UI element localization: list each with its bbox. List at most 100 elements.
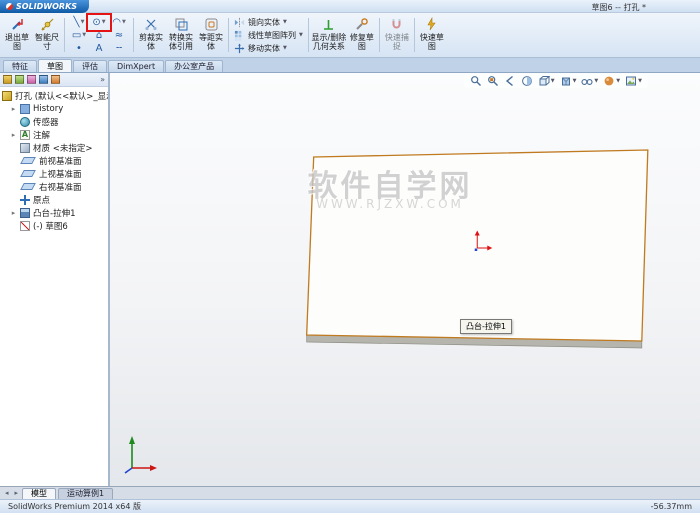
- tree-item-origin[interactable]: 原点: [10, 193, 108, 206]
- repair-sketch-button[interactable]: 修复草图: [347, 15, 377, 55]
- tree-item-label: 上视基准面: [39, 169, 82, 180]
- centerline-icon: ╌: [115, 42, 123, 54]
- plane-icon: [20, 157, 36, 164]
- zoom-fit-button[interactable]: [470, 75, 482, 87]
- solidworks-logo[interactable]: SOLIDWORKS: [0, 0, 90, 13]
- expand-arrow-icon[interactable]: ▸: [10, 105, 17, 113]
- display-style-button[interactable]: ▼: [560, 75, 577, 87]
- expand-arrow-icon[interactable]: ▸: [10, 131, 17, 139]
- title-bar: SOLIDWORKS 草图6 -- 打孔 *: [0, 0, 700, 13]
- sketch-pattern-group: 镜向实体 ▼ 线性草图阵列 ▼ 移动实体 ▼: [231, 14, 306, 56]
- display-delete-relations-button[interactable]: 显示/删除几何关系: [311, 15, 347, 55]
- graphics-area[interactable]: ▼ ▼ ▼ ▼ ▼ 软件自学网 WWW.RJZXW.COM 凸台-拉伸1: [110, 73, 700, 486]
- display-delete-relations-label: 显示/删除几何关系: [311, 33, 347, 51]
- dropdown-arrow-icon[interactable]: ▼: [102, 19, 106, 25]
- tree-item-label: 凸台-拉伸1: [33, 208, 76, 219]
- smart-dimension-button[interactable]: 智能尺寸: [32, 15, 62, 55]
- line-tool-button[interactable]: ╲ ▼: [69, 16, 89, 29]
- dropdown-arrow-icon[interactable]: ▼: [299, 32, 303, 38]
- dropdown-arrow-icon[interactable]: ▼: [283, 19, 287, 25]
- text-tool-button[interactable]: A: [89, 42, 109, 55]
- reference-triad-icon: [124, 436, 157, 474]
- tree-item-annotations[interactable]: ▸ 注解: [10, 128, 108, 141]
- arc-icon: ◠: [112, 16, 121, 28]
- tree-item-sketch6[interactable]: (-) 草图6: [10, 219, 108, 232]
- tree-item-history[interactable]: ▸ History: [10, 102, 108, 115]
- linear-sketch-pattern-button[interactable]: 线性草图阵列 ▼: [234, 29, 303, 41]
- window-title: 草图6 -- 打孔 *: [591, 3, 647, 12]
- view-orientation-button[interactable]: ▼: [538, 75, 555, 87]
- tab-evaluate[interactable]: 评估: [73, 60, 107, 72]
- tree-item-part-root[interactable]: 打孔 (默认<<默认>_显示状态: [2, 89, 108, 102]
- offset-entities-button[interactable]: 等距实体: [196, 15, 226, 55]
- tab-scroll-right-button[interactable]: ▸: [13, 489, 21, 497]
- tab-features[interactable]: 特征: [3, 60, 37, 72]
- tree-item-label: 传感器: [33, 117, 59, 128]
- dropdown-arrow-icon[interactable]: ▼: [81, 19, 85, 25]
- polygon-icon: ⌂: [95, 29, 103, 41]
- move-entities-label: 移动实体: [248, 43, 280, 53]
- exit-sketch-icon: [11, 19, 23, 30]
- tree-item-label: 前视基准面: [39, 156, 82, 167]
- exit-sketch-button[interactable]: 退出草图: [2, 15, 32, 55]
- sketch-icon: [20, 220, 30, 231]
- part-icon: [2, 90, 12, 101]
- tab-motion-study1[interactable]: 运动算例1: [58, 487, 114, 499]
- tree-item-label: 打孔 (默认<<默认>_显示状态: [15, 91, 108, 102]
- rapid-sketch-button[interactable]: 快速草图: [417, 15, 447, 55]
- previous-view-button[interactable]: [504, 75, 516, 87]
- move-entities-button[interactable]: 移动实体 ▼: [234, 42, 303, 54]
- tree-item-front-plane[interactable]: 前视基准面: [10, 154, 108, 167]
- configurationmanager-tab-icon[interactable]: [27, 75, 36, 84]
- smart-dimension-icon: [41, 18, 53, 31]
- propertymanager-tab-icon[interactable]: [15, 75, 24, 84]
- view-orientation-icon: [539, 76, 550, 86]
- mirror-entities-button[interactable]: 镜向实体 ▼: [234, 16, 303, 28]
- section-view-button[interactable]: [521, 75, 533, 87]
- tab-scroll-left-button[interactable]: ◂: [3, 489, 11, 497]
- spline-tool-button[interactable]: ≈: [109, 29, 129, 42]
- tree-item-boss-extrude1[interactable]: ▸ 凸台-拉伸1: [10, 206, 108, 219]
- dimxpertmanager-tab-icon[interactable]: [39, 75, 48, 84]
- tab-dimxpert[interactable]: DimXpert: [108, 60, 165, 72]
- offset-entities-icon: [205, 18, 217, 31]
- polygon-tool-button[interactable]: ⌂: [89, 29, 109, 42]
- dropdown-arrow-icon[interactable]: ▼: [551, 78, 555, 84]
- apply-scene-button[interactable]: ▼: [625, 75, 642, 87]
- expand-arrow-icon[interactable]: ▸: [10, 209, 17, 217]
- centerline-tool-button[interactable]: ╌: [109, 42, 129, 55]
- zoom-area-button[interactable]: [487, 75, 499, 87]
- tree-item-material[interactable]: 材质 <未指定>: [10, 141, 108, 154]
- tree-item-top-plane[interactable]: 上视基准面: [10, 167, 108, 180]
- featuremanager-tab-icon[interactable]: [3, 75, 12, 84]
- tree-item-sensors[interactable]: 传感器: [10, 115, 108, 128]
- dropdown-arrow-icon[interactable]: ▼: [594, 78, 598, 84]
- dropdown-arrow-icon[interactable]: ▼: [82, 32, 86, 38]
- circle-tool-button[interactable]: ⊙ ▼: [86, 12, 112, 32]
- edit-appearance-button[interactable]: ▼: [603, 75, 620, 87]
- rectangle-tool-button[interactable]: ▭ ▼: [69, 29, 89, 42]
- hide-show-items-icon: [581, 79, 593, 85]
- dropdown-arrow-icon[interactable]: ▼: [638, 78, 642, 84]
- displaymanager-tab-icon[interactable]: [51, 75, 60, 84]
- tree-item-label: 右视基准面: [39, 182, 82, 193]
- quick-snaps-button[interactable]: 快速捕捉: [382, 15, 412, 55]
- panel-overflow-chevron-icon[interactable]: »: [100, 75, 105, 84]
- tree-item-right-plane[interactable]: 右视基准面: [10, 180, 108, 193]
- point-tool-button[interactable]: •: [69, 42, 89, 55]
- trim-entities-button[interactable]: 剪裁实体: [136, 15, 166, 55]
- app-name: SOLIDWORKS: [16, 1, 78, 11]
- dropdown-arrow-icon[interactable]: ▼: [122, 19, 126, 25]
- dropdown-arrow-icon[interactable]: ▼: [573, 78, 577, 84]
- hide-show-items-button[interactable]: ▼: [581, 75, 598, 87]
- mirror-entities-label: 镜向实体: [248, 17, 280, 27]
- tab-office-products[interactable]: 办公室产品: [165, 60, 224, 72]
- tab-model[interactable]: 模型: [22, 487, 57, 499]
- quick-snaps-icon: [392, 19, 401, 29]
- dropdown-arrow-icon[interactable]: ▼: [616, 78, 620, 84]
- arc-tool-button[interactable]: ◠ ▼: [109, 16, 129, 29]
- dropdown-arrow-icon[interactable]: ▼: [283, 45, 287, 51]
- tab-sketch[interactable]: 草图: [38, 59, 72, 72]
- convert-entities-button[interactable]: 转换实体引用: [166, 15, 196, 55]
- ribbon-separator: [378, 18, 380, 52]
